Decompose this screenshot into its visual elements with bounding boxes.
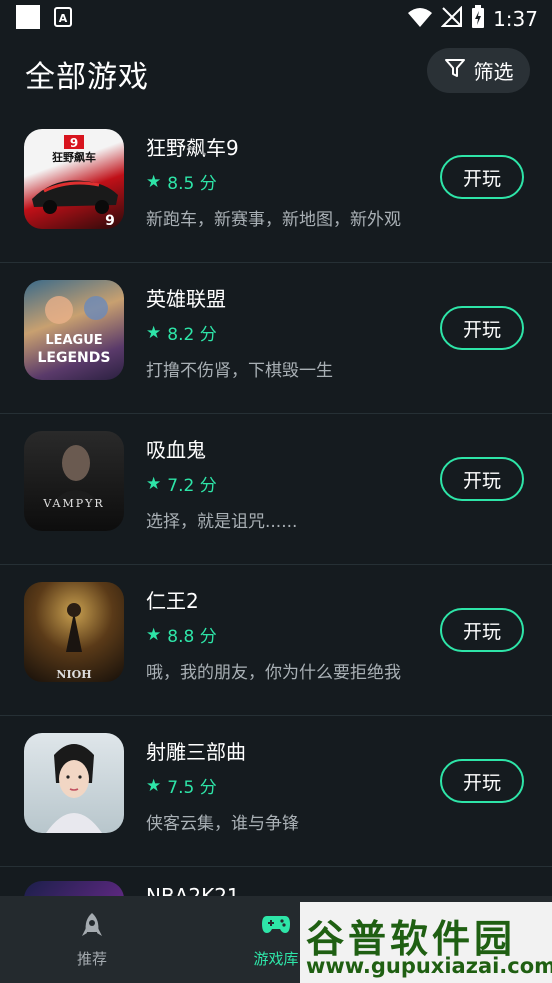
game-cover-lol: LEAGUE LEGENDS [24,280,124,380]
game-rating: ★ 7.2 分 [146,471,217,497]
game-cover-condor-trilogy [24,733,124,833]
page-title: 全部游戏 [25,60,149,95]
game-item[interactable]: NIOH 仁王2 ★ 8.8 分 哦，我的朋友，你为什么要拒绝我 开玩 [0,565,552,716]
play-button[interactable]: 开玩 [440,759,524,803]
game-name: 射雕三部曲 [146,740,246,764]
svg-text:LEAGUE: LEAGUE [45,333,102,348]
svg-text:狂野飙车: 狂野飙车 [52,150,96,164]
game-item[interactable]: LEAGUE LEGENDS 英雄联盟 ★ 8.2 分 打撸不伤肾，下棋毁一生 … [0,263,552,414]
game-description: 选择，就是诅咒...... [146,512,298,532]
svg-text:9: 9 [70,136,78,150]
filter-icon [444,57,466,84]
watermark-logo: 谷普软件园 www.gupuxiazai.com [300,902,552,983]
play-button[interactable]: 开玩 [440,155,524,199]
gamepad-icon [261,912,291,940]
star-icon: ★ [146,473,162,494]
game-name: 仁王2 [146,589,199,613]
star-icon: ★ [146,624,162,645]
game-rating-value: 8.8 分 [167,627,217,647]
play-button[interactable]: 开玩 [440,306,524,350]
game-item[interactable]: VAMPYR 吸血鬼 ★ 7.2 分 选择，就是诅咒...... 开玩 [0,414,552,565]
game-cover-nioh2: NIOH [24,582,124,682]
game-rating-value: 8.5 分 [167,174,217,194]
app-notification-icon: A [54,7,72,27]
game-rating: ★ 8.5 分 [146,169,217,195]
status-time: 1:37 [493,7,538,31]
status-bar: A 1:37 [0,0,552,38]
play-button[interactable]: 开玩 [440,608,524,652]
game-item[interactable]: 9 狂野飙车 9 狂野飙车9 ★ 8.5 分 新跑车，新赛事，新地图，新外观 开… [0,112,552,263]
nav-label-recommend: 推荐 [76,950,107,968]
nav-item-recommend[interactable]: 推荐 [22,896,162,983]
svg-text:VAMPYR: VAMPYR [42,497,104,510]
watermark-url: www.gupuxiazai.com [306,954,552,978]
game-rating: ★ 7.5 分 [146,773,217,799]
filter-button[interactable]: 筛选 [427,48,530,93]
svg-text:9: 9 [105,213,115,229]
rocket-icon [80,912,104,944]
svg-text:A: A [59,12,68,25]
game-description: 打撸不伤肾，下棋毁一生 [146,361,333,381]
star-icon: ★ [146,322,162,343]
game-rating: ★ 8.2 分 [146,320,217,346]
svg-text:LEGENDS: LEGENDS [38,350,111,366]
game-rating: ★ 8.8 分 [146,622,217,648]
game-rating-value: 7.5 分 [167,778,217,798]
no-signal-icon [440,5,463,32]
game-description: 侠客云集，谁与争锋 [146,814,299,834]
game-name: NBA2K21 [146,884,240,896]
game-name: 狂野飙车9 [146,136,239,160]
star-icon: ★ [146,775,162,796]
play-button[interactable]: 开玩 [440,457,524,501]
game-cover-nba2k21 [24,881,124,896]
page-header: 全部游戏 筛选 [0,38,552,108]
notification-square-icon [16,5,40,29]
game-cover-vampyr: VAMPYR [24,431,124,531]
game-item-partial[interactable]: NBA2K21 [0,866,552,896]
svg-text:NIOH: NIOH [56,668,91,681]
filter-label: 筛选 [473,60,514,84]
wifi-icon [407,6,433,32]
game-description: 新跑车，新赛事，新地图，新外观 [146,210,401,230]
star-icon: ★ [146,171,162,192]
game-name: 吸血鬼 [146,438,206,462]
battery-charging-icon [471,5,485,33]
game-list: 9 狂野飙车 9 狂野飙车9 ★ 8.5 分 新跑车，新赛事，新地图，新外观 开… [0,112,552,867]
game-cover-asphalt9: 9 狂野飙车 9 [24,129,124,229]
game-item[interactable]: 射雕三部曲 ★ 7.5 分 侠客云集，谁与争锋 开玩 [0,716,552,867]
game-rating-value: 8.2 分 [167,325,217,345]
game-description: 哦，我的朋友，你为什么要拒绝我 [146,663,401,683]
game-rating-value: 7.2 分 [167,476,217,496]
game-name: 英雄联盟 [146,287,226,311]
